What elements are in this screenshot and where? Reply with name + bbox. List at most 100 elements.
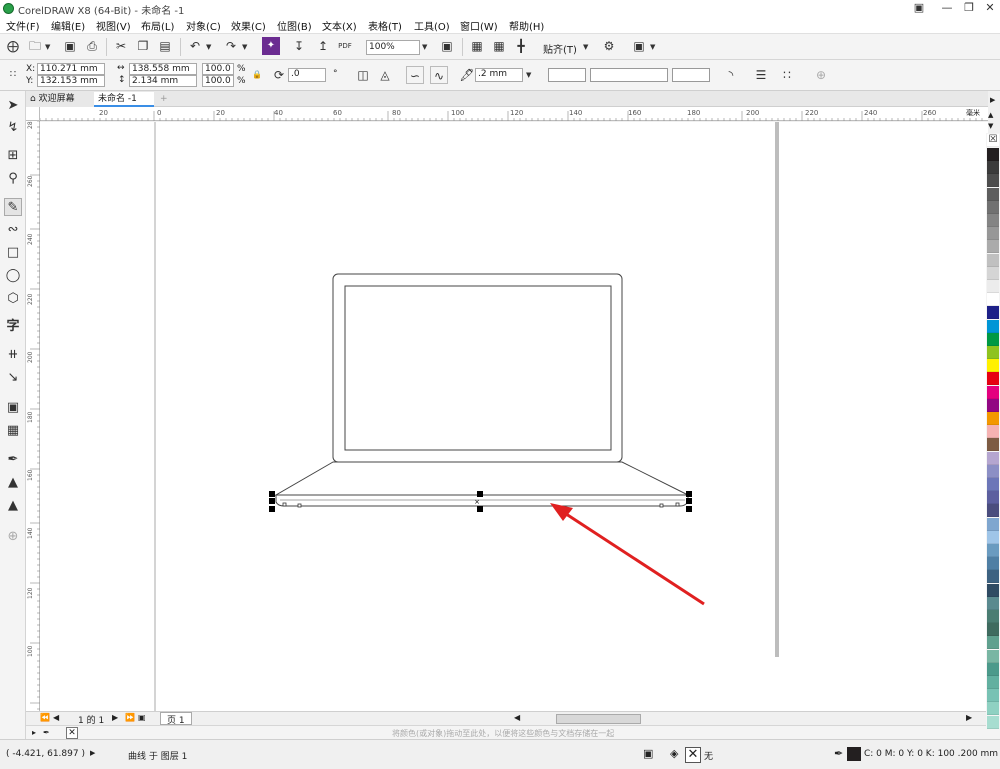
menu-object[interactable]: 对象(C) <box>186 18 221 33</box>
close-button[interactable]: ✕ <box>981 1 999 15</box>
outline-pen-status-icon[interactable]: ✒ <box>834 747 843 760</box>
prev-page-icon[interactable]: ◀ <box>53 713 59 722</box>
eyedropper-tool-icon[interactable]: ✒ <box>4 451 22 469</box>
status-expand-icon[interactable]: ▶ <box>90 749 95 757</box>
scale-y-field[interactable]: 100.0 <box>202 75 234 87</box>
color-swatch[interactable] <box>987 702 999 716</box>
color-swatch[interactable] <box>987 319 999 333</box>
menu-window[interactable]: 窗口(W) <box>460 18 498 33</box>
color-swatch[interactable] <box>987 649 999 663</box>
restore-button[interactable]: ❐ <box>960 1 978 15</box>
pick-tool-icon[interactable]: ➤ <box>4 97 22 115</box>
laptop-screen[interactable] <box>344 285 612 451</box>
no-color-icon[interactable]: ✕ <box>66 727 78 739</box>
show-grid-icon[interactable]: ▦ <box>490 37 508 55</box>
menu-edit[interactable]: 编辑(E) <box>51 18 85 33</box>
scale-x-field[interactable]: 100.0 <box>202 63 234 75</box>
shape-tool-icon[interactable]: ↯ <box>4 119 22 137</box>
mirror-horizontal-icon[interactable]: ◫ <box>354 66 372 84</box>
quick-customize-icon[interactable]: ∷ <box>778 66 796 84</box>
color-swatch[interactable] <box>987 662 999 676</box>
first-page-icon[interactable]: ⏪ <box>40 713 50 722</box>
tab-page-1[interactable]: 页 1 <box>160 712 192 726</box>
scroll-left-icon[interactable]: ◀ <box>514 713 520 722</box>
chevron-down-icon[interactable]: ▼ <box>650 43 655 51</box>
horizontal-ruler[interactable]: 20 0 20 40 60 80 100 120 140 160 180 200 220 240 260 毫… <box>40 107 988 121</box>
paste-icon[interactable]: ▤ <box>156 37 174 55</box>
scroll-right-icon[interactable]: ▶ <box>966 713 972 722</box>
color-swatch[interactable] <box>987 161 999 175</box>
chevron-down-icon[interactable]: ▼ <box>45 43 50 51</box>
color-swatch[interactable] <box>987 715 999 729</box>
menu-tools[interactable]: 工具(O) <box>414 18 450 33</box>
minimize-button[interactable]: — <box>938 1 956 15</box>
color-swatch[interactable] <box>987 689 999 703</box>
color-swatch[interactable] <box>987 200 999 214</box>
color-swatch[interactable] <box>987 438 999 452</box>
menu-effects[interactable]: 效果(C) <box>231 18 266 33</box>
color-swatch[interactable] <box>987 412 999 425</box>
menu-view[interactable]: 视图(V) <box>96 18 131 33</box>
color-swatch[interactable] <box>987 385 999 399</box>
color-proof-icon[interactable]: ▣ <box>643 747 653 760</box>
chevron-down-icon[interactable]: ▼ <box>242 43 247 51</box>
application-launcher-icon[interactable]: ▣ <box>630 37 648 55</box>
color-swatch[interactable] <box>987 359 999 373</box>
rectangle-tool-icon[interactable]: □ <box>4 244 22 262</box>
rotation-icon[interactable]: ⟳ <box>270 66 288 84</box>
corel-connect-icon[interactable]: ✦ <box>262 37 280 55</box>
tab-welcome[interactable]: ⌂ 欢迎屏幕 <box>26 92 94 107</box>
menu-help[interactable]: 帮助(H) <box>509 18 544 33</box>
menu-layout[interactable]: 布局(L) <box>141 18 174 33</box>
transparency-tool-icon[interactable]: ▦ <box>4 422 22 440</box>
connector-tool-icon[interactable]: ↘ <box>4 369 22 387</box>
crop-tool-icon[interactable]: ⊞ <box>4 147 22 165</box>
object-origin-icon[interactable]: ∷ <box>4 66 22 84</box>
parallel-dimension-tool-icon[interactable]: ⧺ <box>4 346 22 364</box>
cut-icon[interactable]: ✂ <box>112 37 130 55</box>
color-swatch[interactable] <box>987 610 999 623</box>
end-arrowhead-select[interactable] <box>672 68 710 82</box>
palette-scroll-up-icon[interactable]: ▲ <box>988 111 993 119</box>
fill-none-swatch[interactable]: ✕ <box>685 747 701 763</box>
color-swatch[interactable] <box>987 676 999 689</box>
ruler-origin[interactable] <box>26 107 40 121</box>
new-document-icon[interactable]: ⨁ <box>4 37 22 55</box>
color-swatch[interactable] <box>987 346 999 359</box>
outline-width-field[interactable]: .2 mm <box>475 68 523 82</box>
chevron-down-icon[interactable]: ▼ <box>422 43 427 51</box>
snap-to-label[interactable]: 贴齐(T) <box>543 41 577 56</box>
show-guidelines-icon[interactable]: ╋ <box>512 37 530 55</box>
color-swatch[interactable] <box>987 596 999 610</box>
color-swatch[interactable] <box>987 464 999 478</box>
tab-document[interactable]: 未命名 -1 <box>94 92 154 107</box>
color-swatch[interactable] <box>987 306 999 320</box>
color-swatch[interactable] <box>987 227 999 241</box>
color-swatch[interactable] <box>987 240 999 254</box>
polygon-tool-icon[interactable]: ⬡ <box>4 290 22 308</box>
color-swatch[interactable] <box>987 372 999 386</box>
color-swatch[interactable] <box>987 491 999 505</box>
chevron-down-icon[interactable]: ▼ <box>206 43 211 51</box>
fill-bucket-icon[interactable]: ◈ <box>670 747 678 760</box>
color-swatch[interactable] <box>987 583 999 597</box>
vertical-ruler[interactable]: 280 260 240 220 200 180 160 140 120 100 <box>26 121 40 711</box>
ellipse-tool-icon[interactable]: ◯ <box>4 267 22 285</box>
redo-icon[interactable]: ↷ <box>222 37 240 55</box>
drop-shadow-tool-icon[interactable]: ▣ <box>4 399 22 417</box>
color-swatch[interactable] <box>987 425 999 439</box>
color-swatch[interactable] <box>987 214 999 227</box>
zoom-tool-icon[interactable]: ⚲ <box>4 170 22 188</box>
next-page-icon[interactable]: ▶ <box>112 713 118 722</box>
color-swatch[interactable] <box>987 504 999 518</box>
eyedropper-icon[interactable]: ✒ <box>43 728 50 737</box>
menu-table[interactable]: 表格(T) <box>368 18 402 33</box>
color-swatch[interactable] <box>987 174 999 188</box>
color-swatch[interactable] <box>987 570 999 584</box>
show-rulers-icon[interactable]: ▦ <box>468 37 486 55</box>
outline-color-swatch[interactable] <box>847 747 861 761</box>
color-swatch[interactable] <box>987 636 999 650</box>
options-gear-icon[interactable]: ⚙ <box>600 37 618 55</box>
color-swatch[interactable] <box>987 544 999 557</box>
object-height-field[interactable]: 2.134 mm <box>129 75 197 87</box>
